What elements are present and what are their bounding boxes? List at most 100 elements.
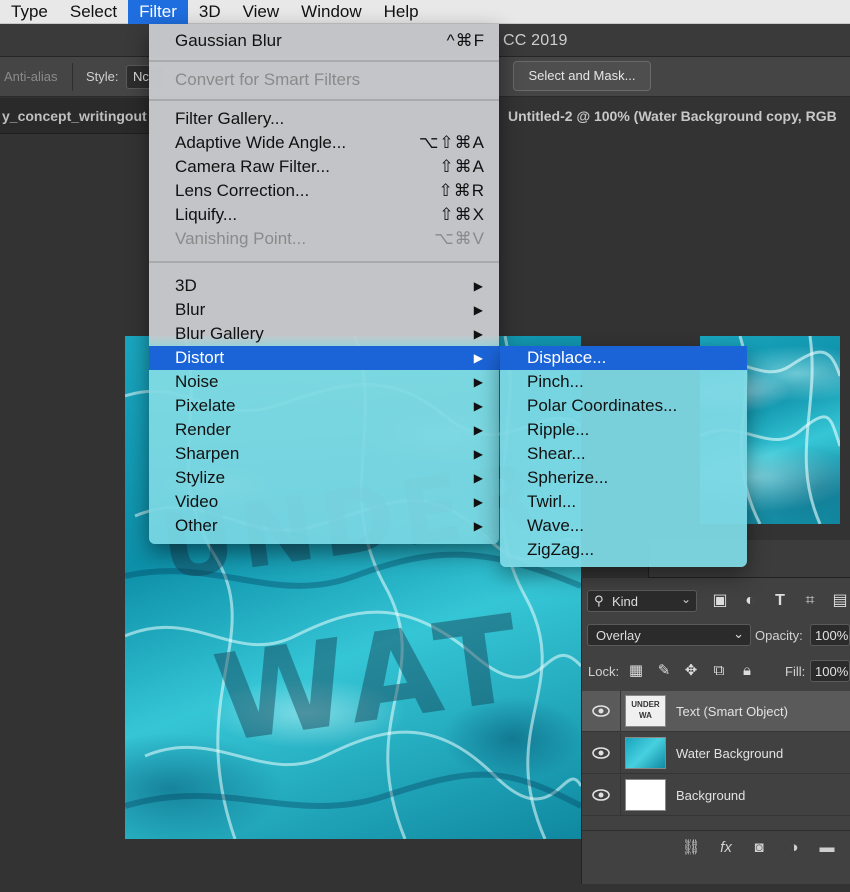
shortcut-label: ⇧⌘X <box>439 205 485 224</box>
submenu-item-spherize[interactable]: Spherize... <box>500 466 747 490</box>
menu-item-video[interactable]: Video ▶ <box>149 490 499 514</box>
menu-item-camera-raw[interactable]: Camera Raw Filter... ⇧⌘A <box>149 155 499 179</box>
eye-icon[interactable] <box>592 786 610 804</box>
menu-item-label: Distort <box>175 348 225 367</box>
menu-item-distort[interactable]: Distort ▶ <box>149 346 499 370</box>
menu-item-label: Liquify... <box>175 205 238 224</box>
menu-item-label: Render <box>175 420 231 439</box>
opacity-field[interactable]: 100% <box>810 624 850 646</box>
menu-item-stylize[interactable]: Stylize ▶ <box>149 466 499 490</box>
menu-item-label: 3D <box>175 276 197 295</box>
layer-row-water[interactable]: Water Background <box>582 733 850 774</box>
pixel-filter-icon[interactable]: ▣ <box>710 591 730 611</box>
shortcut-label: ⌥⌘V <box>434 229 485 248</box>
submenu-arrow-icon: ▶ <box>473 471 483 485</box>
layer-thumbnail-water <box>625 737 666 769</box>
link-layers-icon[interactable]: ⛓ <box>680 838 702 858</box>
menu-item-label: Pixelate <box>175 396 236 415</box>
lock-artboard-icon[interactable]: ⧉ <box>709 661 729 681</box>
menu-item-render[interactable]: Render ▶ <box>149 418 499 442</box>
menu-window[interactable]: Window <box>290 0 372 24</box>
shape-filter-icon[interactable]: ⌗ <box>800 591 820 611</box>
menu-item-blur[interactable]: Blur ▶ <box>149 298 499 322</box>
menu-item-gaussian-blur[interactable]: Gaussian Blur ^⌘F <box>149 29 499 53</box>
menu-item-noise[interactable]: Noise ▶ <box>149 370 499 394</box>
shortcut-label: ^⌘F <box>446 31 485 50</box>
submenu-arrow-icon: ▶ <box>473 303 483 317</box>
chevron-down-icon: ⌄ <box>733 626 744 641</box>
lock-position-icon[interactable]: ✥ <box>681 661 701 681</box>
layer-row-background[interactable]: Background <box>582 775 850 816</box>
submenu-arrow-icon: ▶ <box>473 495 483 509</box>
submenu-arrow-icon: ▶ <box>473 375 483 389</box>
menu-separator <box>149 261 499 263</box>
menu-item-pixelate[interactable]: Pixelate ▶ <box>149 394 499 418</box>
smart-object-filter-icon[interactable]: ▤ <box>830 591 850 611</box>
lock-brush-icon[interactable]: ✎ <box>654 661 674 681</box>
select-and-mask-button[interactable]: Select and Mask... <box>513 61 651 91</box>
menu-item-liquify[interactable]: Liquify... ⇧⌘X <box>149 203 499 227</box>
menu-help[interactable]: Help <box>373 0 430 24</box>
menu-item-label: Convert for Smart Filters <box>175 70 361 89</box>
new-adjustment-icon[interactable]: ◑ <box>783 838 805 858</box>
menu-item-label: Sharpen <box>175 444 240 463</box>
fill-label: Fill: <box>785 664 806 679</box>
fx-icon[interactable]: fx <box>715 838 737 858</box>
menu-item-lens-correction[interactable]: Lens Correction... ⇧⌘R <box>149 179 499 203</box>
menu-item-vanishing-point: Vanishing Point... ⌥⌘V <box>149 227 499 251</box>
layer-name[interactable]: Water Background <box>676 746 783 761</box>
submenu-item-displace[interactable]: Displace... <box>500 346 747 370</box>
menu-item-label: Camera Raw Filter... <box>175 157 330 176</box>
menu-type[interactable]: Type <box>0 0 59 24</box>
submenu-item-zigzag[interactable]: ZigZag... <box>500 538 747 562</box>
menu-bar: Type Select Filter 3D View Window Help <box>0 0 850 24</box>
add-mask-icon[interactable]: ◙ <box>748 838 770 858</box>
tab-untitled-2[interactable]: Untitled-2 @ 100% (Water Background copy… <box>498 98 850 134</box>
blend-mode-select[interactable]: Overlay ⌄ <box>587 624 751 646</box>
filter-kind-label: Kind <box>612 594 639 609</box>
menu-item-label: Gaussian Blur <box>175 31 282 50</box>
adjustment-filter-icon[interactable]: ◐ <box>740 591 760 611</box>
menu-item-adaptive-wide-angle[interactable]: Adaptive Wide Angle... ⌥⇧⌘A <box>149 131 499 155</box>
submenu-item-pinch[interactable]: Pinch... <box>500 370 747 394</box>
menu-item-sharpen[interactable]: Sharpen ▶ <box>149 442 499 466</box>
menu-item-filter-gallery[interactable]: Filter Gallery... <box>149 107 499 131</box>
layer-divider <box>620 733 621 774</box>
menu-item-other[interactable]: Other ▶ <box>149 514 499 538</box>
submenu-item-twirl[interactable]: Twirl... <box>500 490 747 514</box>
layers-panel: ⚲ Kind ⌄ ▣ ◐ T ⌗ ▤ Overlay ⌄ Opacity: 10… <box>581 578 850 884</box>
anti-alias-checkbox-label[interactable]: Anti-alias <box>4 69 57 84</box>
tab-concept-writingout[interactable]: y_concept_writingout <box>0 98 148 134</box>
layers-footer: ⛓ fx ◙ ◑ ▬ <box>582 830 850 864</box>
layer-name[interactable]: Text (Smart Object) <box>676 704 788 719</box>
layer-filter-select[interactable]: ⚲ Kind ⌄ <box>587 590 697 612</box>
eye-icon[interactable] <box>592 702 610 720</box>
new-group-folder-icon[interactable]: ▬ <box>816 838 838 858</box>
app-title: CC 2019 <box>503 32 568 49</box>
search-icon: ⚲ <box>594 593 604 608</box>
submenu-item-wave[interactable]: Wave... <box>500 514 747 538</box>
fill-field[interactable]: 100% <box>810 660 850 682</box>
lock-all-icon[interactable]: 🔒︎ <box>737 661 757 681</box>
menu-select[interactable]: Select <box>59 0 128 24</box>
lock-transparent-icon[interactable]: ▦ <box>626 661 646 681</box>
submenu-item-ripple[interactable]: Ripple... <box>500 418 747 442</box>
type-filter-icon[interactable]: T <box>770 591 790 611</box>
menu-item-blur-gallery[interactable]: Blur Gallery ▶ <box>149 322 499 346</box>
submenu-item-shear[interactable]: Shear... <box>500 442 747 466</box>
menu-filter[interactable]: Filter <box>128 0 188 24</box>
layer-name[interactable]: Background <box>676 788 745 803</box>
menu-item-label: Other <box>175 516 218 535</box>
layer-row-text[interactable]: UNDER WA Text (Smart Object) <box>582 691 850 732</box>
menu-3d[interactable]: 3D <box>188 0 232 24</box>
submenu-item-polar-coordinates[interactable]: Polar Coordinates... <box>500 394 747 418</box>
distort-submenu: Displace... Pinch... Polar Coordinates..… <box>500 346 747 567</box>
submenu-arrow-icon: ▶ <box>473 351 483 365</box>
chevron-down-icon: ⌄ <box>680 592 691 606</box>
shortcut-label: ⌥⇧⌘A <box>418 133 485 152</box>
menu-item-3d[interactable]: 3D ▶ <box>149 274 499 298</box>
shortcut-label: ⇧⌘A <box>439 157 485 176</box>
eye-icon[interactable] <box>592 744 610 762</box>
menu-view[interactable]: View <box>232 0 291 24</box>
options-divider <box>72 63 73 91</box>
